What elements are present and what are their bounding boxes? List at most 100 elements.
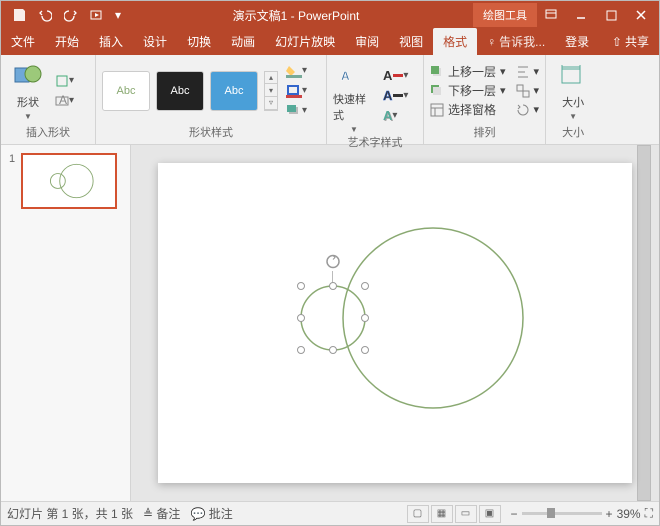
normal-view-icon[interactable]: ▢ — [407, 505, 429, 523]
slide-thumbnail-panel: 1 — [1, 145, 131, 501]
text-effects-button[interactable]: A▾ — [383, 107, 417, 125]
resize-handle[interactable] — [329, 346, 337, 354]
slide[interactable] — [158, 163, 632, 483]
style-swatch-1[interactable]: Abc — [102, 71, 150, 111]
style-swatch-2[interactable]: Abc — [156, 71, 204, 111]
rotate-button[interactable]: ▾ — [516, 101, 540, 119]
tab-transition[interactable]: 切换 — [177, 28, 221, 55]
quick-styles-button[interactable]: A 快速样式 ▼ — [333, 57, 375, 134]
tab-home[interactable]: 开始 — [45, 28, 89, 55]
workspace: 1 — [1, 145, 659, 501]
save-icon[interactable] — [7, 4, 31, 26]
shape-effects-button[interactable]: ▾ — [286, 102, 320, 120]
ribbon: 形状 ▼ ▾ A▾ 插入形状 Abc Abc Abc ▴▾▿ ▾ ▾ ▾ 形状样… — [1, 55, 659, 145]
shape-fill-button[interactable]: ▾ — [286, 62, 320, 80]
notes-button[interactable]: ≜ 备注 — [143, 505, 180, 522]
group-label: 形状样式 — [102, 124, 320, 142]
tab-review[interactable]: 审阅 — [345, 28, 389, 55]
chevron-down-icon: ▼ — [24, 112, 32, 121]
style-swatch-3[interactable]: Abc — [210, 71, 258, 111]
shapes-icon — [12, 60, 44, 92]
zoom-slider[interactable] — [522, 512, 602, 515]
svg-text:A: A — [341, 69, 350, 83]
tab-slideshow[interactable]: 幻灯片放映 — [265, 28, 345, 55]
redo-icon[interactable] — [59, 4, 83, 26]
document-title: 演示文稿1 - PowerPoint — [125, 7, 467, 24]
zoom-out-icon[interactable]: − — [511, 507, 518, 521]
share-icon: ⇧ — [612, 35, 622, 49]
group-label: 大小 — [552, 124, 594, 142]
sorter-view-icon[interactable]: ▦ — [431, 505, 453, 523]
gallery-scroll[interactable]: ▴▾▿ — [264, 71, 278, 111]
resize-handle[interactable] — [361, 346, 369, 354]
tab-tellme[interactable]: ♀告诉我... — [477, 28, 555, 55]
gallery-more-icon: ▿ — [265, 97, 277, 110]
group-label: 排列 — [430, 124, 539, 142]
view-buttons: ▢ ▦ ▭ ▣ — [407, 505, 501, 523]
group-button[interactable]: ▾ — [516, 82, 540, 100]
maximize-icon[interactable] — [597, 4, 625, 26]
tab-animation[interactable]: 动画 — [221, 28, 265, 55]
text-outline-button[interactable]: A▾ — [383, 87, 417, 105]
resize-handle[interactable] — [329, 282, 337, 290]
tab-design[interactable]: 设计 — [133, 28, 177, 55]
lightbulb-icon: ♀ — [487, 35, 496, 49]
slide-canvas-area[interactable] — [131, 145, 659, 501]
ribbon-options-icon[interactable] — [537, 4, 565, 26]
text-fill-button[interactable]: A▾ — [383, 67, 417, 85]
comments-button[interactable]: 💬 批注 — [190, 505, 232, 522]
chevron-up-icon: ▴ — [265, 72, 277, 85]
thumbnail-number: 1 — [9, 153, 15, 209]
resize-handle[interactable] — [297, 314, 305, 322]
ribbon-tabs: 文件 开始 插入 设计 切换 动画 幻灯片放映 审阅 视图 格式 ♀告诉我...… — [1, 29, 659, 55]
selection-pane-button[interactable]: 选择窗格 — [430, 101, 506, 119]
group-insert-shape: 形状 ▼ ▾ A▾ 插入形状 — [1, 55, 96, 144]
tab-file[interactable]: 文件 — [1, 28, 45, 55]
zoom-level[interactable]: 39% — [617, 507, 641, 521]
text-box-button[interactable]: A▾ — [55, 92, 89, 110]
tab-signin[interactable]: 登录 — [555, 28, 599, 55]
rotate-handle[interactable] — [325, 254, 341, 273]
edit-shape-button[interactable]: ▾ — [55, 72, 89, 90]
qa-customize-icon[interactable]: ▾ — [111, 4, 125, 26]
zoom-control: − + 39% ⛶ — [511, 506, 653, 521]
resize-handle[interactable] — [361, 282, 369, 290]
fit-to-window-icon[interactable]: ⛶ — [645, 506, 653, 521]
small-circle-shape — [301, 286, 365, 350]
shape-outline-button[interactable]: ▾ — [286, 82, 320, 100]
chevron-down-icon: ▾ — [265, 84, 277, 97]
slideshow-view-icon[interactable]: ▣ — [479, 505, 501, 523]
tab-insert[interactable]: 插入 — [89, 28, 133, 55]
quick-access-toolbar: ▾ — [1, 4, 125, 26]
start-from-beginning-icon[interactable] — [85, 4, 109, 26]
size-button[interactable]: 大小 ▼ — [552, 60, 594, 121]
chevron-down-icon: ▼ — [350, 125, 358, 134]
wordart-icon: A — [338, 57, 370, 89]
resize-handle[interactable] — [297, 346, 305, 354]
minimize-icon[interactable] — [567, 4, 595, 26]
status-bar: 幻灯片 第 1 张，共 1 张 ≜ 备注 💬 批注 ▢ ▦ ▭ ▣ − + 39… — [1, 501, 659, 525]
tab-share[interactable]: ⇧共享 — [602, 28, 659, 55]
group-arrange: 上移一层 ▾ 下移一层 ▾ 选择窗格 ▾ ▾ ▾ 排列 — [424, 55, 546, 144]
send-backward-button[interactable]: 下移一层 ▾ — [430, 82, 506, 100]
svg-text:A: A — [59, 94, 67, 107]
bring-forward-button[interactable]: 上移一层 ▾ — [430, 63, 506, 81]
group-size: 大小 ▼ 大小 — [546, 55, 600, 144]
title-bar: ▾ 演示文稿1 - PowerPoint 绘图工具 — [1, 1, 659, 29]
slide-thumbnail-1[interactable] — [21, 153, 117, 209]
tab-view[interactable]: 视图 — [389, 28, 433, 55]
contextual-tab-label: 绘图工具 — [473, 3, 537, 27]
close-icon[interactable] — [627, 4, 655, 26]
resize-handle[interactable] — [297, 282, 305, 290]
large-circle-shape — [343, 228, 523, 408]
zoom-in-icon[interactable]: + — [606, 507, 613, 521]
undo-icon[interactable] — [33, 4, 57, 26]
reading-view-icon[interactable]: ▭ — [455, 505, 477, 523]
resize-handle[interactable] — [361, 314, 369, 322]
group-shape-styles: Abc Abc Abc ▴▾▿ ▾ ▾ ▾ 形状样式 — [96, 55, 327, 144]
shapes-button[interactable]: 形状 ▼ — [7, 60, 49, 121]
size-icon — [557, 60, 589, 92]
align-button[interactable]: ▾ — [516, 63, 540, 81]
group-wordart-styles: A 快速样式 ▼ A▾ A▾ A▾ 艺术字样式 — [327, 55, 424, 144]
tab-format[interactable]: 格式 — [433, 28, 477, 55]
